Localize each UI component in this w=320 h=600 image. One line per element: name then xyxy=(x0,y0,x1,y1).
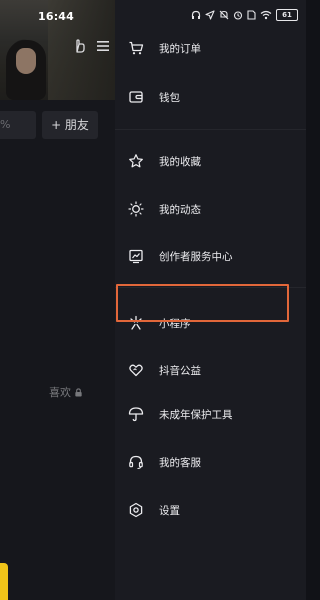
cover-face xyxy=(16,48,36,74)
sun-icon xyxy=(127,200,145,218)
highlight-box xyxy=(116,284,289,322)
screen: 16:44 % + 朋友 喜欢 61 我的订单 钱包 我的收藏 我的动态 创作者… xyxy=(0,0,306,600)
menu-item-label: 我的客服 xyxy=(159,456,201,469)
menu-item-orders[interactable]: 我的订单 xyxy=(127,28,297,68)
menu-item-label: 钱包 xyxy=(159,91,180,104)
menu-item-charity[interactable]: 抖音公益 xyxy=(127,350,297,390)
profile-background[interactable]: 16:44 % + 朋友 喜欢 xyxy=(0,0,115,600)
likes-tab[interactable]: 喜欢 xyxy=(49,384,83,400)
menu-item-favorites[interactable]: 我的收藏 xyxy=(127,141,297,181)
wallet-icon xyxy=(127,88,145,106)
chart-icon xyxy=(127,247,145,265)
wifi-icon xyxy=(260,10,272,20)
search-field-fragment[interactable]: % xyxy=(0,111,36,139)
menu-item-label: 抖音公益 xyxy=(159,364,201,377)
menu-item-settings[interactable]: 设置 xyxy=(127,490,297,530)
menu-item-activity[interactable]: 我的动态 xyxy=(127,189,297,229)
menu-icon[interactable] xyxy=(95,38,111,54)
mute-icon xyxy=(219,10,229,20)
umbrella-icon xyxy=(127,405,145,423)
alarm-icon xyxy=(233,11,243,20)
menu-item-minor-protection[interactable]: 未成年保护工具 xyxy=(127,394,297,434)
battery-indicator: 61 xyxy=(276,9,298,21)
menu-item-label: 我的收藏 xyxy=(159,155,201,168)
menu-item-wallet[interactable]: 钱包 xyxy=(127,77,297,117)
divider xyxy=(115,129,306,130)
heart-hands-icon xyxy=(127,361,145,379)
location-arrow-icon xyxy=(205,10,215,20)
menu-item-creator-center[interactable]: 创作者服务中心 xyxy=(127,236,297,276)
headset-icon xyxy=(127,453,145,471)
menu-item-label: 我的动态 xyxy=(159,203,201,216)
menu-item-label: 创作者服务中心 xyxy=(159,250,233,263)
lock-icon xyxy=(75,387,82,397)
likes-label: 喜欢 xyxy=(49,386,71,399)
star-icon xyxy=(127,152,145,170)
menu-item-label: 设置 xyxy=(159,504,180,517)
headphones-icon xyxy=(191,10,201,19)
status-time: 16:44 xyxy=(38,10,75,23)
menu-item-label: 我的订单 xyxy=(159,42,201,55)
status-icons: 61 xyxy=(191,9,298,21)
cart-icon xyxy=(127,39,145,57)
sim-icon xyxy=(247,10,256,20)
hand-icon[interactable] xyxy=(72,38,88,54)
floating-tab[interactable] xyxy=(0,563,8,600)
menu-item-label: 未成年保护工具 xyxy=(159,408,233,421)
gear-icon xyxy=(127,501,145,519)
add-friend-button[interactable]: + 朋友 xyxy=(42,111,98,139)
menu-item-customer-service[interactable]: 我的客服 xyxy=(127,442,297,482)
